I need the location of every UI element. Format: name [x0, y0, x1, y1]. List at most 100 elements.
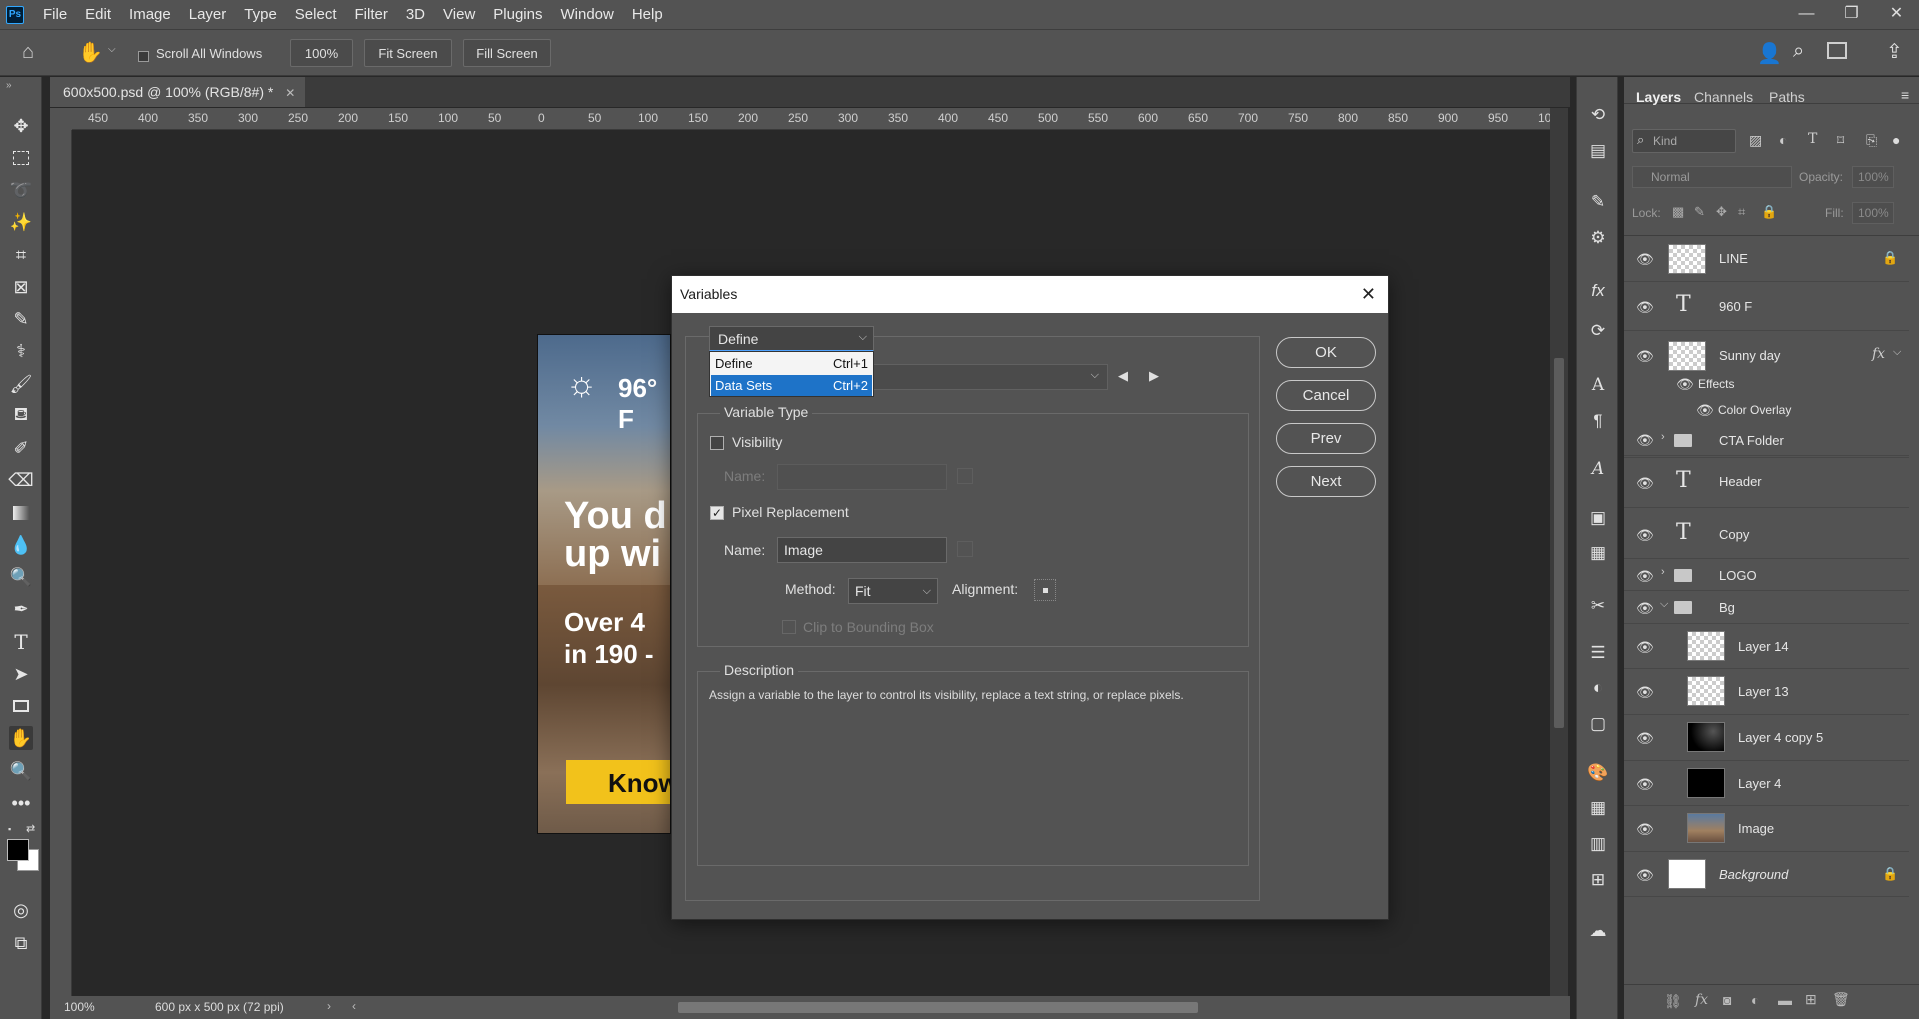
visibility-eye-icon[interactable]: 👁	[1636, 568, 1654, 585]
ok-button[interactable]: OK	[1276, 337, 1376, 368]
visibility-eye-icon[interactable]: 👁	[1636, 730, 1654, 747]
menu-view[interactable]: View	[434, 0, 484, 29]
libraries-panel-icon[interactable]: ▤	[1587, 140, 1609, 162]
visibility-eye-icon[interactable]: 👁	[1636, 251, 1654, 268]
visibility-eye-icon[interactable]: 👁	[1636, 299, 1654, 316]
zoom-field[interactable]: 100%	[290, 39, 353, 67]
dialog-close-icon[interactable]: ✕	[1361, 276, 1376, 313]
layer-row[interactable]: 👁 T Copy	[1624, 509, 1909, 559]
menu-edit[interactable]: Edit	[76, 0, 120, 29]
home-icon[interactable]: ⌂	[22, 41, 34, 64]
visibility-eye-icon[interactable]: 👁	[1636, 821, 1654, 838]
menu-window[interactable]: Window	[551, 0, 622, 29]
chevron-down-icon[interactable]: ⌵	[1893, 346, 1901, 359]
fx-icon[interactable]: fx	[1872, 346, 1885, 362]
close-window-icon[interactable]: ✕	[1874, 0, 1919, 29]
menu-layer[interactable]: Layer	[180, 0, 236, 29]
next-layer-icon[interactable]: ▶	[1149, 368, 1159, 384]
menu-type[interactable]: Type	[235, 0, 286, 29]
menu-plugins[interactable]: Plugins	[484, 0, 551, 29]
visibility-name-options[interactable]	[957, 468, 973, 484]
method-select[interactable]: Fit ⌵	[848, 578, 938, 604]
horizontal-scrollbar-thumb[interactable]	[678, 1002, 1198, 1013]
character-panel-icon[interactable]: A	[1587, 374, 1609, 396]
layer-row[interactable]: 👁 › LOGO	[1624, 560, 1909, 591]
move-tool-icon[interactable]: ✥	[9, 114, 33, 138]
chevron-down-icon[interactable]: ⌵	[108, 44, 116, 55]
zoom-tool-icon[interactable]: 🔍	[9, 759, 33, 783]
menu-filter[interactable]: Filter	[346, 0, 397, 29]
swap-colors-icon[interactable]: ⇄	[26, 822, 35, 835]
adjustments-panel-icon[interactable]: ☰	[1587, 642, 1609, 664]
chevron-down-icon[interactable]: ⌵	[1660, 598, 1668, 611]
tools-preset-icon[interactable]: ✂	[1587, 595, 1609, 617]
default-colors-icon[interactable]: ▪	[8, 824, 11, 834]
visibility-eye-icon[interactable]: 👁	[1636, 475, 1654, 492]
eraser-tool-icon[interactable]: ⌫	[8, 468, 33, 492]
layer-row[interactable]: 👁 Layer 13	[1624, 670, 1909, 715]
lock-position-icon[interactable]: ✥	[1716, 204, 1727, 220]
kind-filter-select[interactable]: ⌕ Kind	[1632, 129, 1736, 153]
tab-layers[interactable]: Layers	[1636, 89, 1681, 105]
gradients-panel-icon[interactable]: ▥	[1587, 833, 1609, 855]
color-panel-icon[interactable]: ◐	[1587, 677, 1609, 699]
visibility-eye-icon[interactable]: 👁	[1636, 684, 1654, 701]
lock-transparent-icon[interactable]: ▩	[1672, 204, 1684, 220]
menu-select[interactable]: Select	[286, 0, 346, 29]
layer-row[interactable]: 👁 LINE 🔒	[1624, 237, 1909, 282]
visibility-checkbox[interactable]	[710, 436, 724, 450]
document-tab[interactable]: 600x500.psd @ 100% (RGB/8#) * ✕	[50, 77, 305, 107]
fill-field[interactable]: 100%	[1852, 202, 1894, 224]
new-layer-icon[interactable]: ⊞	[1805, 991, 1817, 1008]
swatches-panel-icon[interactable]: ▢	[1587, 713, 1609, 735]
layer-row[interactable]: 👁 Background 🔒	[1624, 853, 1909, 897]
scrollbar-thumb[interactable]	[1554, 358, 1564, 728]
lock-artboard-icon[interactable]: ⌗	[1738, 204, 1745, 220]
tab-channels[interactable]: Channels	[1694, 89, 1753, 105]
color-overlay-eye-icon[interactable]: 👁	[1696, 402, 1714, 419]
visibility-eye-icon[interactable]: 👁	[1636, 432, 1654, 449]
stamp-tool-icon[interactable]: ⛾	[9, 404, 33, 428]
layer-row[interactable]: 👁 ⌵ Bg	[1624, 592, 1909, 624]
cancel-button[interactable]: Cancel	[1276, 380, 1376, 411]
delete-layer-icon[interactable]: 🗑	[1832, 991, 1850, 1008]
path-selection-icon[interactable]: ➤	[9, 662, 33, 686]
filter-shape-icon[interactable]: ⌑	[1837, 132, 1844, 149]
crop-tool-icon[interactable]: ⌗	[9, 243, 33, 267]
opacity-field[interactable]: 100%	[1852, 166, 1894, 188]
vertical-scrollbar[interactable]	[1550, 108, 1568, 996]
alignment-grid[interactable]	[1034, 579, 1056, 601]
brush-tool-icon[interactable]: 🖌	[9, 372, 33, 396]
previous-layer-icon[interactable]: ◀	[1118, 368, 1128, 384]
visibility-eye-icon[interactable]: 👁	[1636, 527, 1654, 544]
chevron-right-icon[interactable]: ›	[1661, 431, 1665, 443]
eyedropper-icon[interactable]: ✎	[9, 307, 33, 331]
visibility-eye-icon[interactable]: 👁	[1636, 639, 1654, 656]
filter-pixel-icon[interactable]: ▨	[1749, 132, 1762, 149]
paragraph-panel-icon[interactable]: ¶	[1587, 410, 1609, 432]
layer-row[interactable]: 👁 T 960 F	[1624, 283, 1909, 331]
user-search-icon[interactable]: 👤	[1757, 41, 1782, 66]
status-zoom[interactable]: 100%	[64, 1000, 95, 1014]
dropdown-item-define[interactable]: Define Ctrl+1	[711, 353, 872, 374]
pen-tool-icon[interactable]: ✒	[9, 597, 33, 621]
cloud-panel-icon[interactable]: ☁	[1587, 920, 1609, 942]
visibility-eye-icon[interactable]: 👁	[1636, 348, 1654, 365]
pixel-replacement-checkbox[interactable]: ✓	[710, 506, 724, 520]
lock-all-icon[interactable]: 🔒	[1761, 204, 1777, 220]
layer-row[interactable]: 👁 Layer 4	[1624, 762, 1909, 806]
close-tab-icon[interactable]: ✕	[285, 86, 295, 100]
fill-screen-button[interactable]: Fill Screen	[463, 39, 551, 67]
panel-menu-icon[interactable]: ≡	[1901, 87, 1909, 103]
menu-file[interactable]: File	[34, 0, 76, 29]
chevron-right-icon[interactable]: ›	[1661, 566, 1665, 578]
history-brush-icon[interactable]: ✐	[9, 436, 33, 460]
document-canvas[interactable]: ☼ 96° F You d up wi Over 4 in 190 - Know	[537, 334, 671, 834]
visibility-eye-icon[interactable]: 👁	[1636, 600, 1654, 617]
grid-panel-icon[interactable]: ▦	[1587, 797, 1609, 819]
menu-image[interactable]: Image	[120, 0, 180, 29]
expand-toolbar-icon[interactable]: »	[6, 80, 12, 91]
fit-screen-button[interactable]: Fit Screen	[364, 39, 452, 67]
layer-row[interactable]: 👁 T Header	[1624, 457, 1909, 508]
add-style-icon[interactable]: fx	[1695, 992, 1708, 1008]
